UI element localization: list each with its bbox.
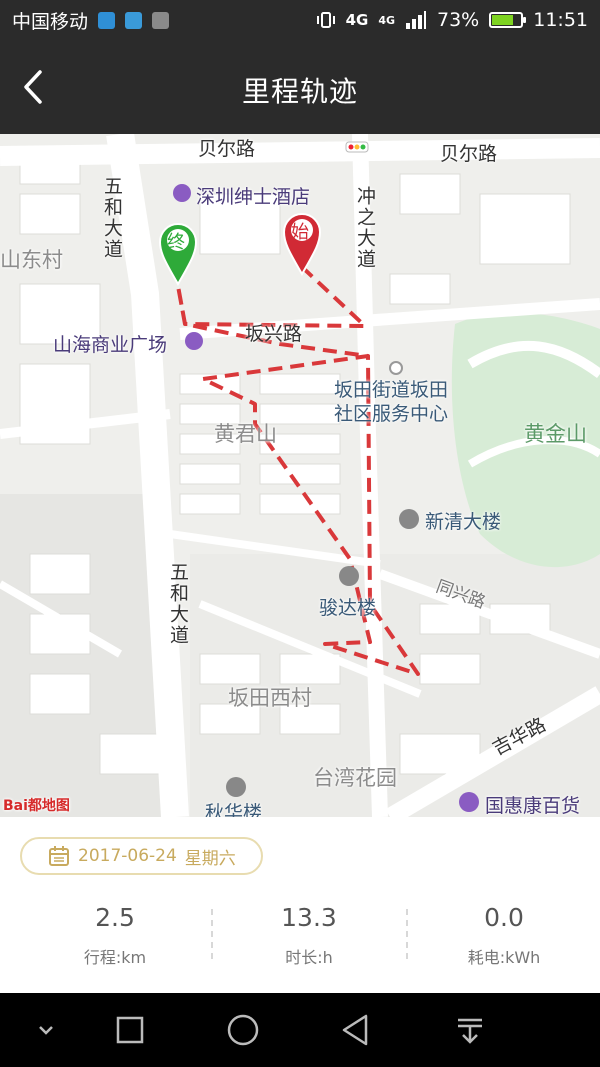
- start-marker-label: 始: [291, 222, 309, 243]
- service-center-icon: [389, 361, 403, 375]
- mall-icon: [185, 332, 203, 350]
- status-right: 4G 4G 73% 11:51: [316, 9, 588, 31]
- triangle-back-icon: [342, 1014, 368, 1046]
- road-label-wuhe-2: 五和大道: [167, 562, 189, 646]
- stat-distance-label: 行程:km: [83, 948, 147, 967]
- building-qiuhua-icon: [226, 777, 246, 797]
- nav-recents-button[interactable]: [112, 1012, 148, 1048]
- stat-duration-label: 时长:h: [285, 948, 333, 967]
- building-xinqing-icon: [399, 509, 419, 529]
- notification-sim-icon: [98, 11, 116, 29]
- stat-energy: 0.0 耗电:kWh: [404, 903, 600, 968]
- calendar-icon: [49, 846, 69, 866]
- download-icon: [458, 1018, 482, 1044]
- trip-weekday: 星期六: [184, 848, 236, 869]
- road-label-beier-1: 贝尔路: [198, 138, 256, 160]
- title-bar: 里程轨迹: [0, 40, 600, 134]
- status-left: 中国移动: [12, 7, 170, 34]
- building-junda-icon: [339, 566, 359, 586]
- page-title: 里程轨迹: [241, 75, 358, 108]
- date-selector[interactable]: 2017-06-24 星期六: [20, 837, 263, 875]
- poi-label-junda[interactable]: 骏达楼: [319, 593, 376, 620]
- road-label-banxing: 坂兴路: [245, 323, 303, 345]
- road-label-wuhe-1: 五和大道: [101, 176, 123, 260]
- stat-distance-value: 2.5: [95, 903, 135, 932]
- nav-back-button[interactable]: [338, 1012, 374, 1048]
- stat-energy-value: 0.0: [484, 903, 524, 932]
- area-label-huangjinshan: 黄金山: [524, 422, 587, 446]
- circle-icon: [227, 1014, 259, 1046]
- status-bar: 中国移动 4G 4G 73% 11:51: [0, 0, 600, 40]
- map-view[interactable]: 终 始 贝尔路 贝尔路 深圳绅士酒店 五和大道 冲之大道 山东村 山海商业广场 …: [0, 134, 600, 817]
- system-nav-bar: [0, 993, 600, 1067]
- stat-duration: 13.3 时长:h: [209, 903, 409, 968]
- end-marker-label: 终: [167, 232, 185, 253]
- baidu-map-logo: Bai都地图: [3, 798, 70, 814]
- poi-label-hotel[interactable]: 深圳绅士酒店: [196, 182, 310, 209]
- nav-notification-button[interactable]: [452, 1012, 488, 1048]
- vibrate-icon: [316, 12, 335, 28]
- chevron-down-icon: [39, 1026, 53, 1035]
- poi-label-qiuhua[interactable]: 秋华楼: [205, 798, 262, 817]
- area-label-bantian-west: 坂田西村: [228, 686, 312, 710]
- area-label-taiwan-garden: 台湾花园: [313, 766, 397, 790]
- network-type-2: 4G: [378, 13, 395, 27]
- square-icon: [116, 1016, 144, 1044]
- carrier-name: 中国移动: [12, 10, 89, 33]
- battery-percent: 73%: [437, 9, 480, 31]
- stat-distance: 2.5 行程:km: [15, 903, 215, 968]
- nav-home-button[interactable]: [225, 1012, 261, 1048]
- trip-info-panel: 2017-06-24 星期六 2.5 行程:km 13.3 时长:h 0.0 耗…: [0, 817, 600, 993]
- poi-label-mall[interactable]: 山海商业广场: [53, 330, 167, 357]
- network-type-1: 4G: [345, 11, 369, 29]
- hotel-icon: [173, 184, 191, 202]
- road-label-beier-2: 贝尔路: [440, 143, 498, 165]
- stat-duration-value: 13.3: [281, 903, 337, 932]
- signal-icon: [406, 11, 426, 29]
- notification-health-icon: [125, 11, 143, 29]
- poi-label-xinqing[interactable]: 新清大楼: [425, 507, 501, 534]
- area-label-huangjunshan: 黄君山: [214, 422, 277, 446]
- stat-energy-label: 耗电:kWh: [467, 948, 541, 967]
- notification-image-icon: [152, 11, 170, 29]
- road-label-chongzhi: 冲之大道: [354, 186, 376, 270]
- trip-date: 2017-06-24: [78, 846, 177, 866]
- area-label-shandong: 山东村: [0, 248, 63, 272]
- poi-label-service-center[interactable]: 坂田街道坂田 社区服务中心: [334, 378, 448, 426]
- battery-icon: [489, 12, 527, 28]
- nav-hide-button[interactable]: [28, 1012, 64, 1048]
- poi-label-store[interactable]: 国惠康百货: [485, 791, 580, 817]
- clock: 11:51: [533, 9, 588, 31]
- battery-fill: [492, 15, 513, 25]
- store-icon: [459, 792, 479, 812]
